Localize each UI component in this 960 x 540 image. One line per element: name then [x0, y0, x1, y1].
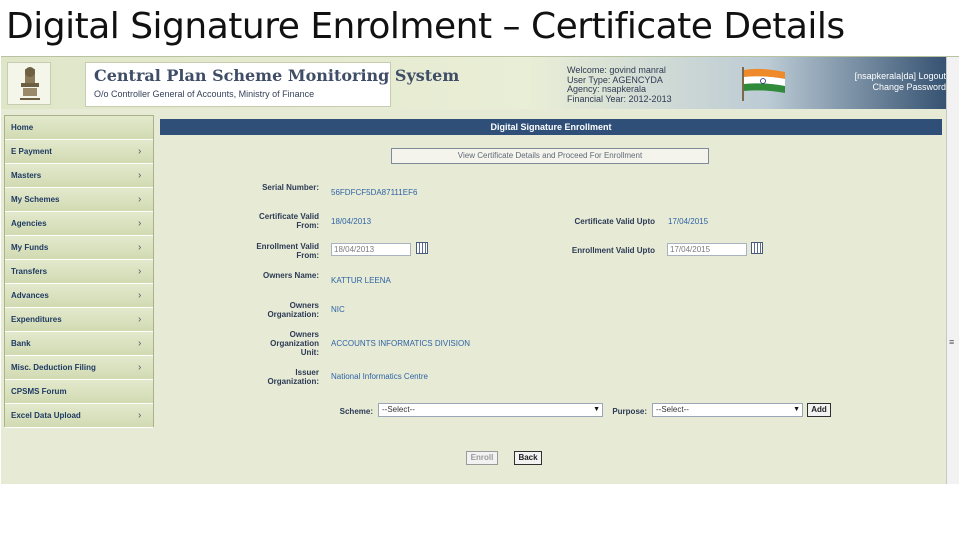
- chevron-right-icon: ›: [138, 290, 142, 301]
- owners-name-value: KATTUR LEENA: [331, 276, 391, 285]
- purpose-selected-value: --Select--: [656, 405, 689, 414]
- enroll-valid-from-label: Enrollment Valid From:: [256, 242, 319, 260]
- sidebar-item-label: My Schemes: [11, 195, 60, 204]
- sidebar-item-my-funds[interactable]: My Funds ›: [5, 236, 153, 260]
- chevron-right-icon: ›: [138, 410, 142, 421]
- chevron-right-icon: ›: [138, 362, 142, 373]
- add-button[interactable]: Add: [807, 403, 831, 417]
- sidebar-item-cpsms-forum[interactable]: CPSMS Forum: [5, 380, 153, 404]
- financial-year: Financial Year: 2012-2013: [567, 93, 672, 104]
- app-screenshot: Central Plan Scheme Monitoring System O/…: [1, 56, 959, 484]
- change-password-link[interactable]: Change Password: [846, 82, 946, 93]
- scheme-select[interactable]: --Select-- ▼: [378, 403, 603, 417]
- serial-number-label: Serial Number:: [262, 183, 319, 192]
- owners-name-label: Owners Name:: [262, 271, 319, 280]
- sidebar-item-agencies[interactable]: Agencies ›: [5, 212, 153, 236]
- calendar-icon[interactable]: [751, 242, 763, 254]
- sidebar-item-e-payment[interactable]: E Payment ›: [5, 140, 153, 164]
- sidebar-item-excel-upload[interactable]: Excel Data Upload ›: [5, 404, 153, 428]
- sidebar-item-expenditures[interactable]: Expenditures ›: [5, 308, 153, 332]
- purpose-select[interactable]: --Select-- ▼: [652, 403, 803, 417]
- sidebar-item-misc-deduction[interactable]: Misc. Deduction Filing ›: [5, 356, 153, 380]
- logout-link[interactable]: [nsapkerala|da] Logout: [846, 71, 946, 82]
- sidebar-item-label: Masters: [11, 171, 42, 180]
- cert-valid-from-value: 18/04/2013: [331, 217, 372, 226]
- sidebar-item-label: Home: [11, 123, 34, 132]
- sidebar-item-label: CPSMS Forum: [11, 387, 67, 396]
- view-certificate-button[interactable]: View Certificate Details and Proceed For…: [391, 148, 709, 164]
- enroll-valid-from-input[interactable]: 18/04/2013: [331, 243, 411, 256]
- issuer-org-value: National Informatics Centre: [331, 372, 428, 381]
- app-header: Central Plan Scheme Monitoring System O/…: [1, 57, 959, 109]
- sidebar-item-transfers[interactable]: Transfers ›: [5, 260, 153, 284]
- sidebar-item-label: Expenditures: [11, 315, 62, 324]
- top-links: [nsapkerala|da] Logout Change Password: [846, 71, 946, 93]
- sidebar-item-label: Misc. Deduction Filing: [11, 363, 96, 372]
- purpose-label: Purpose:: [612, 407, 647, 416]
- chevron-right-icon: ›: [138, 194, 142, 205]
- chevron-right-icon: ›: [138, 146, 142, 157]
- owners-org-value: NIC: [331, 305, 345, 314]
- sidebar-item-label: Excel Data Upload: [11, 411, 81, 420]
- scrollbar-grip-icon[interactable]: ≡: [949, 337, 954, 347]
- chevron-right-icon: ›: [138, 242, 142, 253]
- dropdown-arrow-icon: ▼: [793, 406, 800, 413]
- back-button[interactable]: Back: [514, 451, 542, 465]
- owners-org-label: Owners Organization:: [267, 301, 319, 319]
- scheme-label: Scheme:: [339, 407, 373, 416]
- section-title-bar: Digital Signature Enrollment: [160, 119, 942, 135]
- sidebar-item-label: Bank: [11, 339, 31, 348]
- sidebar-item-label: Agencies: [11, 219, 47, 228]
- app-title: Central Plan Scheme Monitoring System: [94, 66, 460, 85]
- sidebar-item-my-schemes[interactable]: My Schemes ›: [5, 188, 153, 212]
- enroll-valid-upto-label: Enrollment Valid Upto: [571, 246, 655, 255]
- indian-flag-icon: [741, 67, 787, 101]
- cert-valid-from-label: Certificate Valid From:: [258, 212, 319, 230]
- sidebar-item-label: My Funds: [11, 243, 49, 252]
- chevron-right-icon: ›: [138, 218, 142, 229]
- sidebar-item-label: Advances: [11, 291, 49, 300]
- cert-valid-upto-label: Certificate Valid Upto: [574, 217, 655, 226]
- issuer-org-label: Issuer Organization:: [267, 368, 319, 386]
- chevron-right-icon: ›: [138, 266, 142, 277]
- sidebar-nav: Home E Payment › Masters › My Schemes › Age…: [4, 115, 154, 428]
- national-emblem-icon: [7, 62, 51, 105]
- sidebar-item-label: Transfers: [11, 267, 48, 276]
- user-info: Welcome: govind manral User Type: AGENCY…: [567, 65, 672, 104]
- cert-valid-upto-value: 17/04/2015: [668, 217, 709, 226]
- sidebar-item-label: E Payment: [11, 147, 52, 156]
- sidebar-item-masters[interactable]: Masters ›: [5, 164, 153, 188]
- scheme-selected-value: --Select--: [382, 405, 415, 414]
- serial-number-value: 56FDFCF5DA87111EF6: [331, 188, 418, 197]
- chevron-right-icon: ›: [138, 338, 142, 349]
- calendar-icon[interactable]: [416, 242, 428, 254]
- slide-title: Digital Signature Enrolment – Certificat…: [6, 6, 845, 47]
- enroll-button[interactable]: Enroll: [466, 451, 498, 465]
- app-title-box: Central Plan Scheme Monitoring System O/…: [85, 62, 459, 107]
- enroll-valid-upto-input[interactable]: 17/04/2015: [667, 243, 747, 256]
- sidebar-item-home[interactable]: Home: [5, 116, 153, 140]
- sidebar-item-advances[interactable]: Advances ›: [5, 284, 153, 308]
- chevron-right-icon: ›: [138, 170, 142, 181]
- owners-org-unit-label: Owners Organization Unit:: [270, 330, 319, 357]
- sidebar-item-bank[interactable]: Bank ›: [5, 332, 153, 356]
- app-subtitle: O/o Controller General of Accounts, Mini…: [94, 89, 315, 99]
- vertical-scrollbar[interactable]: [946, 57, 959, 484]
- owners-org-unit-value: ACCOUNTS INFORMATICS DIVISION: [331, 339, 470, 348]
- chevron-right-icon: ›: [138, 314, 142, 325]
